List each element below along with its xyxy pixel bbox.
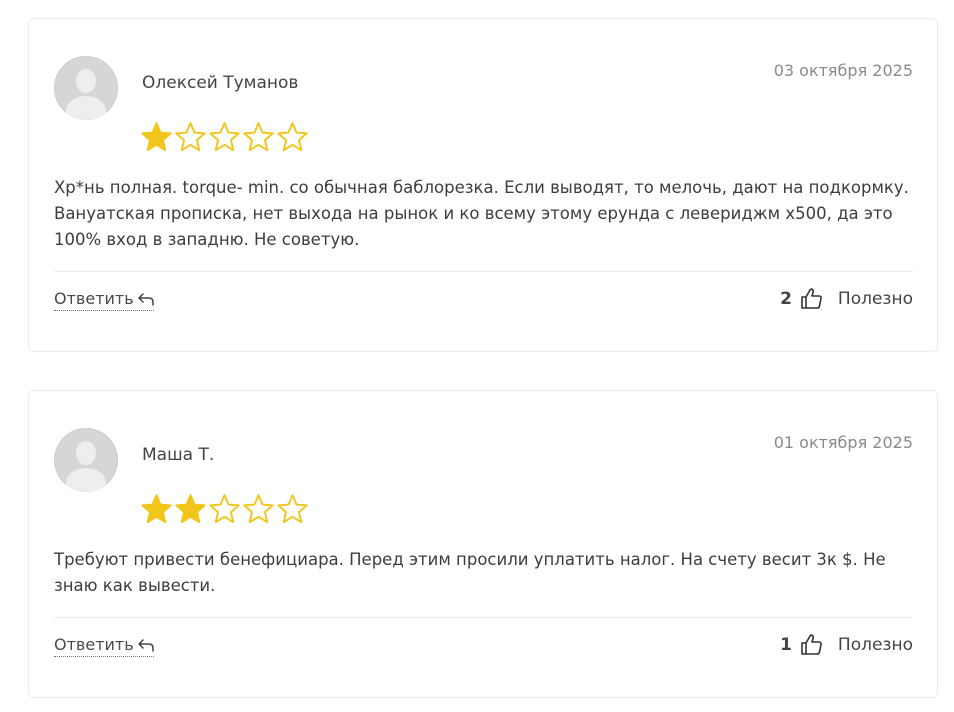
avatar [54,56,118,120]
helpful-button[interactable]: Полезно [838,635,913,655]
helpful-button[interactable]: Полезно [838,289,913,309]
thumbs-up-icon[interactable] [800,633,824,657]
rating-stars [140,493,309,526]
reply-label: Ответить [54,635,134,654]
review-author: Олексей Туманов [142,73,299,93]
divider [54,617,913,618]
reply-label: Ответить [54,289,134,308]
star-empty-icon [175,122,206,152]
review-text: Требуют привести бенефициара. Перед этим… [54,550,886,595]
star-empty-icon [277,494,308,524]
review-card: Олексей Туманов 03 октября 2025 Хр*нь по… [28,18,938,352]
helpful-count: 1 [780,635,792,655]
star-empty-icon [243,494,274,524]
review-date: 03 октября 2025 [773,61,913,80]
divider [54,271,913,272]
star-empty-icon [277,122,308,152]
helpful-count: 2 [780,289,792,309]
helpful-section: 2 Полезно [780,287,913,311]
star-filled-icon [141,494,172,524]
reply-arrow-icon [137,638,154,652]
review-author: Маша Т. [142,445,215,465]
review-text: Хр*нь полная. torque- min. со обычная ба… [54,178,909,249]
thumbs-up-icon[interactable] [800,287,824,311]
star-filled-icon [141,122,172,152]
review-date: 01 октября 2025 [773,433,913,452]
star-filled-icon [175,494,206,524]
review-card: Маша Т. 01 октября 2025 Требуют привести… [28,390,938,698]
star-empty-icon [243,122,274,152]
reply-button[interactable]: Ответить [54,635,154,657]
star-empty-icon [209,122,240,152]
reply-arrow-icon [137,292,154,306]
helpful-section: 1 Полезно [780,633,913,657]
star-empty-icon [209,494,240,524]
avatar [54,428,118,492]
reply-button[interactable]: Ответить [54,289,154,311]
rating-stars [140,121,309,154]
